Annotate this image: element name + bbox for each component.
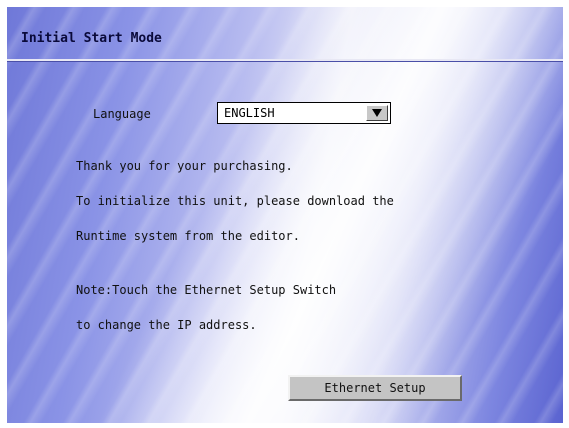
language-label: Language [93,107,151,121]
ethernet-setup-button[interactable]: Ethernet Setup [288,375,462,401]
title-bar: Initial Start Mode [7,7,563,61]
note-line-1: Note:Touch the Ethernet Setup Switch [76,283,337,297]
page-title: Initial Start Mode [21,31,162,46]
message-line-1: Thank you for your purchasing. [76,159,293,173]
message-line-2: To initialize this unit, please download… [76,194,394,208]
background-streaks [7,7,563,423]
message-line-3: Runtime system from the editor. [76,229,300,243]
language-select[interactable]: ENGLISH [217,102,391,124]
language-select-value: ENGLISH [224,106,275,120]
triangle-down-icon[interactable] [366,105,388,121]
initial-start-screen: Initial Start Mode Language ENGLISH Than… [7,7,563,423]
note-line-2: to change the IP address. [76,318,257,332]
